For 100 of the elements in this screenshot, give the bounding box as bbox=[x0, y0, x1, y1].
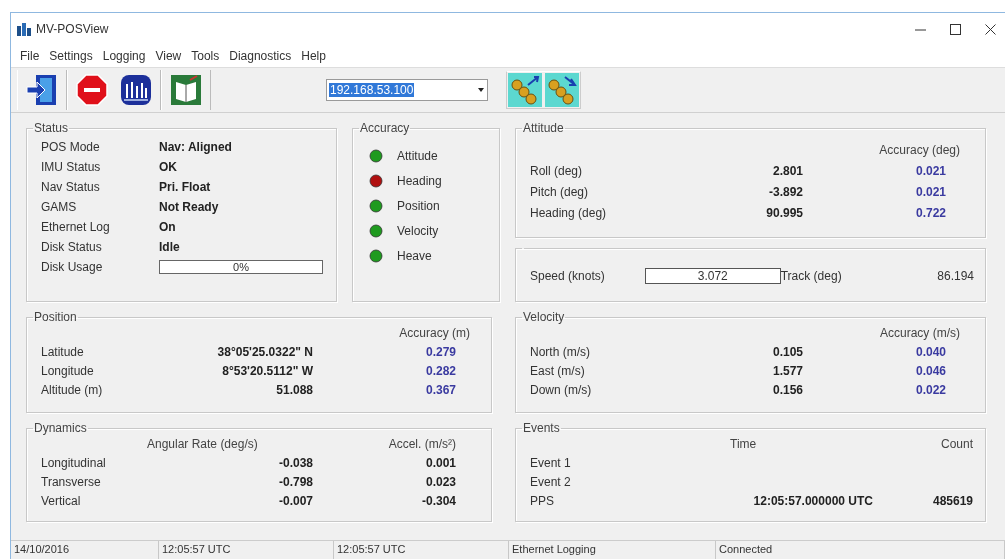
group-title: Accuracy bbox=[360, 121, 410, 135]
accuracy-cell-text: 0.021 bbox=[914, 164, 946, 178]
beads-arrow-button[interactable] bbox=[508, 73, 542, 107]
menu-item[interactable]: File bbox=[15, 49, 45, 63]
group-title: Attitude bbox=[523, 121, 564, 135]
column-header: Angular Rate (deg/s) bbox=[147, 437, 259, 451]
accuracy-cell-text: 0.282 bbox=[424, 364, 456, 378]
column-header: Time bbox=[730, 437, 758, 451]
column-header: Count bbox=[940, 437, 973, 451]
row-label: Roll (deg) bbox=[530, 164, 584, 178]
value-cell-text: -0.798 bbox=[277, 475, 313, 489]
value-cell-text: 38°05'25.0322" N bbox=[216, 345, 313, 359]
group-title: Velocity bbox=[523, 310, 565, 324]
beads-arrow-button[interactable] bbox=[545, 73, 579, 107]
indicator-label: Position bbox=[397, 199, 441, 213]
menu-item[interactable]: Diagnostics bbox=[224, 49, 297, 63]
row-label: PPS bbox=[530, 494, 555, 508]
speed-field: 3.072 bbox=[644, 268, 781, 284]
field-label: Nav Status bbox=[41, 180, 101, 194]
status-field: 12:05:57 UTC bbox=[159, 541, 334, 559]
field-label: Ethernet Log bbox=[41, 220, 111, 234]
menu-item[interactable]: Settings bbox=[44, 49, 98, 63]
row-label: Pitch (deg) bbox=[530, 185, 590, 199]
track-value: 86.194 bbox=[937, 269, 974, 283]
accuracy-cell-text: 0.279 bbox=[424, 345, 456, 359]
field-label: POS Mode bbox=[41, 140, 101, 154]
group-title: Dynamics bbox=[34, 421, 87, 435]
status-field: Connected bbox=[716, 541, 1005, 559]
track-label: Track (deg) bbox=[780, 269, 842, 283]
group-title: Status bbox=[34, 121, 69, 135]
row-label: Vertical bbox=[41, 494, 82, 508]
row-label: East (m/s) bbox=[530, 364, 586, 378]
row-label: Longitude bbox=[41, 364, 95, 378]
book-icon bbox=[170, 74, 202, 106]
value-cell-text: 0.023 bbox=[424, 475, 456, 489]
value-cell-text: 8°53'20.5112" W bbox=[221, 364, 313, 378]
status-field: 12:05:57 UTC bbox=[334, 541, 509, 559]
field-label: IMU Status bbox=[41, 160, 102, 174]
column-header: Accel. (m/s²) bbox=[388, 437, 456, 451]
field-label: Disk Usage bbox=[41, 260, 104, 274]
row-label: Altitude (m) bbox=[41, 383, 104, 397]
status-field: 14/10/2016 bbox=[11, 541, 159, 559]
caret-icon bbox=[477, 87, 485, 93]
accuracy-cell-text: 0.040 bbox=[914, 345, 946, 359]
field-label: Disk Status bbox=[41, 240, 103, 254]
row-label: Event 2 bbox=[530, 475, 572, 489]
field-value: On bbox=[159, 220, 177, 234]
stop-sign-button[interactable] bbox=[74, 72, 110, 108]
indicator-label: Attitude bbox=[397, 149, 439, 163]
row-label: Transverse bbox=[41, 475, 102, 489]
menu-item[interactable]: Tools bbox=[186, 49, 225, 63]
close-icon bbox=[984, 23, 996, 35]
accuracy-cell-text: 0.046 bbox=[914, 364, 946, 378]
value-cell-text: -0.007 bbox=[277, 494, 313, 508]
time-cell-text: 12:05:57.000000 UTC bbox=[752, 494, 873, 508]
menu-item[interactable]: View bbox=[150, 49, 187, 63]
exit-door-icon bbox=[26, 74, 58, 106]
row-label: Down (m/s) bbox=[530, 383, 593, 397]
maximize-icon bbox=[949, 23, 961, 35]
menu-item[interactable]: Help bbox=[296, 49, 331, 63]
gauge-icon bbox=[120, 74, 152, 106]
address-combobox[interactable]: 192.168.53.100 bbox=[326, 79, 488, 101]
value-cell-text: -0.304 bbox=[420, 494, 456, 508]
value-cell-text: 0.001 bbox=[424, 456, 456, 470]
row-label: Event 1 bbox=[530, 456, 572, 470]
value-cell-text: 51.088 bbox=[275, 383, 313, 397]
value-cell-text: 0.105 bbox=[771, 345, 803, 359]
row-label: North (m/s) bbox=[530, 345, 591, 359]
indicator-label: Velocity bbox=[397, 224, 440, 238]
field-value: Idle bbox=[159, 240, 181, 254]
accuracy-cell-text: 0.722 bbox=[914, 206, 946, 220]
group-title: Position bbox=[34, 310, 77, 324]
accuracy-cell-text: 0.022 bbox=[914, 383, 946, 397]
field-value: Pri. Float bbox=[159, 180, 212, 194]
speed-label: Speed (knots) bbox=[530, 269, 605, 283]
accuracy-cell-text: 0.367 bbox=[424, 383, 456, 397]
field-value: Not Ready bbox=[159, 200, 220, 214]
row-label: Longitudinal bbox=[41, 456, 107, 470]
book-button[interactable] bbox=[168, 72, 204, 108]
row-label: Latitude bbox=[41, 345, 85, 359]
progress-reading: 0% bbox=[232, 261, 250, 273]
field-label: GAMS bbox=[41, 200, 78, 214]
value-cell-text: -3.892 bbox=[767, 185, 803, 199]
app-icon bbox=[17, 22, 31, 36]
gauge-button[interactable] bbox=[118, 72, 154, 108]
window-title: MV-POSView bbox=[36, 22, 109, 36]
indicator-label: Heave bbox=[397, 249, 433, 263]
value-cell-text: 90.995 bbox=[765, 206, 803, 220]
accuracy-cell-text: 0.021 bbox=[914, 185, 946, 199]
count-cell-text: 485619 bbox=[931, 494, 973, 508]
menu-item[interactable]: Logging bbox=[97, 49, 151, 63]
value-cell-text: 0.156 bbox=[771, 383, 803, 397]
value-cell-text: 2.801 bbox=[771, 164, 803, 178]
column-header: Accuracy (deg) bbox=[879, 143, 960, 157]
row-label: Heading (deg) bbox=[530, 206, 608, 220]
column-header: Accuracy (m/s) bbox=[880, 326, 960, 340]
column-header: Accuracy (m) bbox=[399, 326, 470, 340]
value-cell-text: -0.038 bbox=[277, 456, 313, 470]
group-title: Events bbox=[523, 421, 560, 435]
value-cell-text: 1.577 bbox=[771, 364, 803, 378]
